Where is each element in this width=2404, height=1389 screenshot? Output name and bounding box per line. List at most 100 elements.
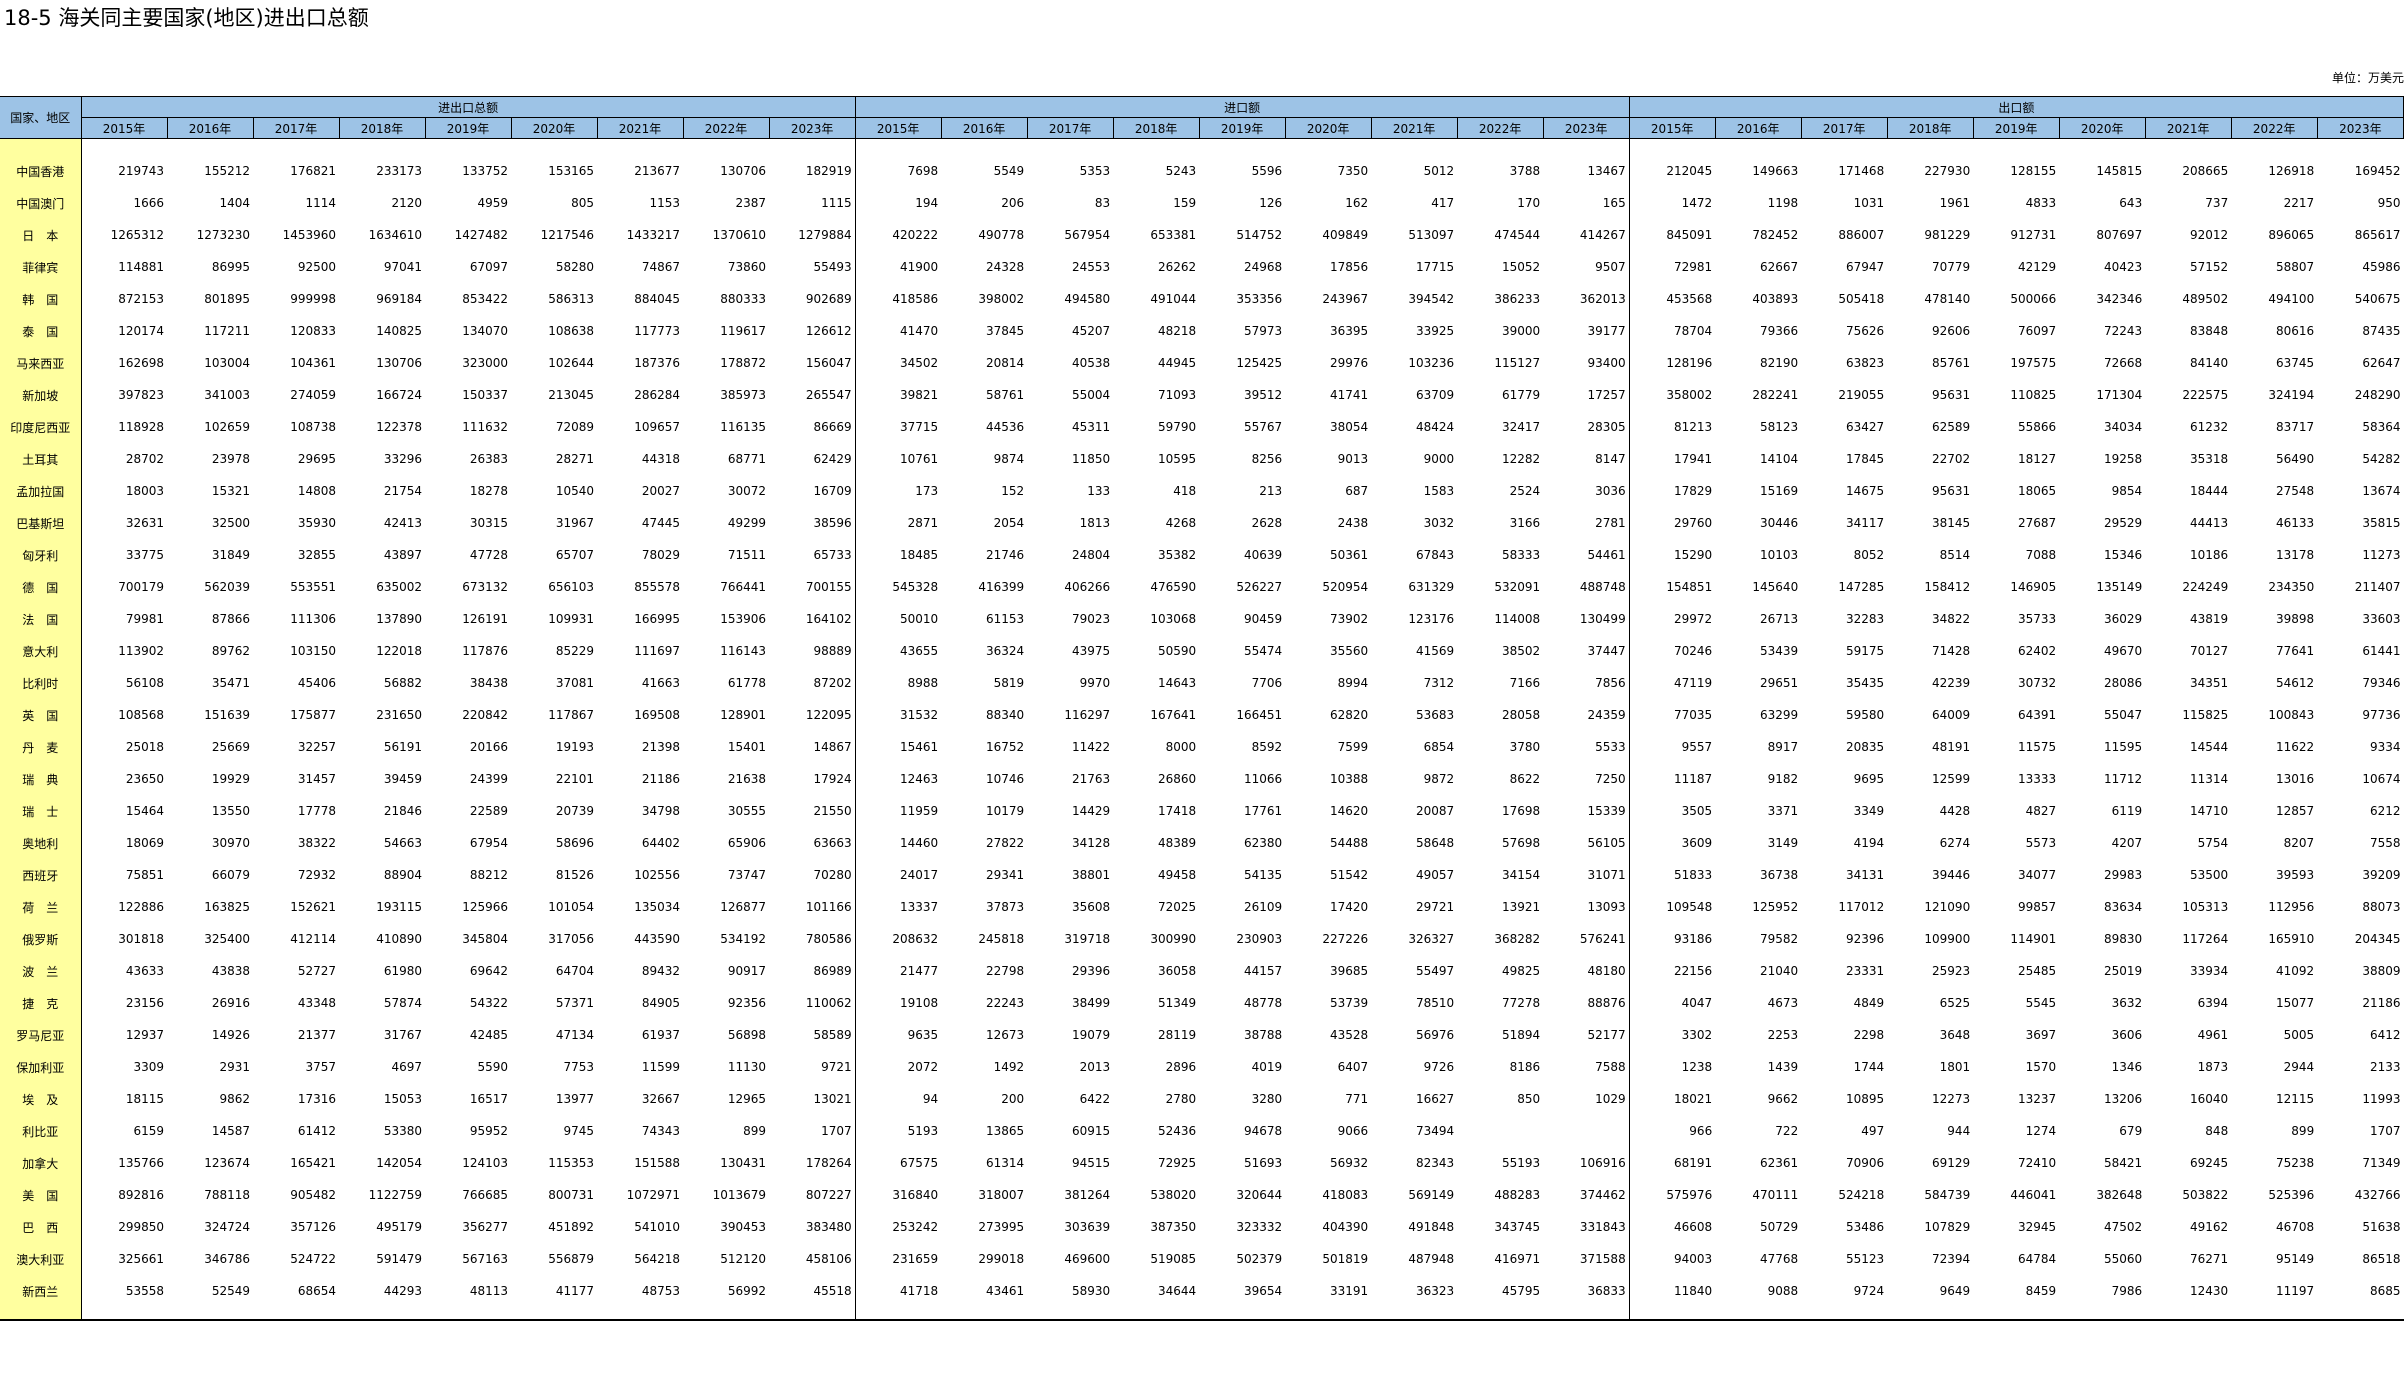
value-cell: 487948: [1408, 1252, 1455, 1266]
value-cell: 35608: [1071, 900, 1111, 914]
value-cell: 9721: [769, 1051, 856, 1083]
value-cell: 87202: [769, 667, 856, 699]
value-cell: 341003: [204, 388, 251, 402]
value-cell: 82190: [1760, 356, 1799, 370]
value-cell: 673132: [462, 580, 509, 594]
value-cell: 383480: [769, 1211, 856, 1243]
value-cell: 45986: [2362, 260, 2401, 274]
value-cell: 85761: [1932, 356, 1971, 370]
value-cell: 2944: [2283, 1060, 2315, 1074]
value-cell: 416399: [978, 580, 1025, 594]
value-cell: 41569: [1415, 644, 1455, 658]
value-cell: 11599: [641, 1060, 681, 1074]
value-cell: 70779: [1932, 260, 1971, 274]
country-name: 美 国: [0, 1179, 82, 1211]
value-cell: 2896: [1165, 1060, 1197, 1074]
value-cell: 58648: [1415, 836, 1455, 850]
value-cell: 227226: [1322, 932, 1369, 946]
value-cell: 1346: [2111, 1060, 2143, 1074]
value-cell: 1238: [1681, 1060, 1713, 1074]
country-name: 巴 西: [0, 1211, 82, 1243]
value-cell: 109931: [548, 612, 595, 626]
value-cell: 584739: [1924, 1188, 1971, 1202]
value-cell: 25018: [125, 740, 165, 754]
value-cell: 6412: [2369, 1028, 2401, 1042]
value-cell: 66079: [211, 868, 251, 882]
table-row: 新加坡 397823 341003 274059 166724 150337 213045 2…: [0, 379, 2404, 411]
value-cell: 87435: [2362, 324, 2401, 338]
value-cell: 899: [743, 1124, 767, 1138]
value-cell: 55193: [1501, 1156, 1541, 1170]
value-cell: 1801: [1939, 1060, 1971, 1074]
country-name: 法 国: [0, 603, 82, 635]
value-cell: 10595: [1157, 452, 1197, 466]
value-cell: 116297: [1064, 708, 1111, 722]
value-cell: 200: [1001, 1092, 1025, 1106]
value-cell: 631329: [1408, 580, 1455, 594]
value-cell: 586313: [548, 292, 595, 306]
value-cell: 6274: [1939, 836, 1971, 850]
year-header: 2015年: [854, 117, 942, 139]
value-cell: 47768: [1760, 1252, 1799, 1266]
value-cell: 13021: [769, 1083, 856, 1115]
value-cell: 77278: [1501, 996, 1541, 1010]
value-cell: 62647: [2362, 356, 2401, 370]
table-row: 印度尼西亚 118928 102659 108738 122378 111632 72089…: [0, 411, 2404, 443]
value-cell: 470111: [1752, 1188, 1799, 1202]
value-cell: 8459: [2025, 1284, 2057, 1298]
value-cell: 62361: [1760, 1156, 1799, 1170]
value-cell: 58333: [1501, 548, 1541, 562]
value-cell: 47502: [2104, 1220, 2143, 1234]
value-cell: 1707: [2369, 1124, 2401, 1138]
value-cell: 103150: [290, 644, 337, 658]
value-cell: 13337: [899, 900, 939, 914]
value-cell: 15339: [1543, 795, 1630, 827]
value-cell: 8622: [1509, 772, 1541, 786]
value-cell: 48191: [1932, 740, 1971, 754]
value-cell: 47728: [469, 548, 509, 562]
value-cell: 213677: [634, 164, 681, 178]
value-cell: 532091: [1494, 580, 1541, 594]
value-cell: 57698: [1501, 836, 1541, 850]
value-cell: 1122759: [368, 1188, 423, 1202]
value-cell: 83634: [2104, 900, 2143, 914]
value-cell: 635002: [376, 580, 423, 594]
country-name: 丹 麦: [0, 731, 82, 763]
value-cell: 491044: [1150, 292, 1197, 306]
value-cell: 126918: [2268, 164, 2315, 178]
value-cell: 72025: [1157, 900, 1197, 914]
value-cell: 41718: [899, 1284, 939, 1298]
value-cell: 17924: [769, 763, 856, 795]
value-cell: 94515: [1071, 1156, 1111, 1170]
value-cell: 899: [2291, 1124, 2315, 1138]
spacer-row: [0, 138, 2404, 155]
value-cell: 8256: [1251, 452, 1283, 466]
value-cell: 48753: [641, 1284, 681, 1298]
value-cell: 58696: [555, 836, 595, 850]
value-cell: 2298: [1853, 1028, 1885, 1042]
value-cell: 2217: [2283, 196, 2315, 210]
value-cell: 981229: [1924, 228, 1971, 242]
value-cell: 265547: [769, 379, 856, 411]
value-cell: 51894: [1501, 1028, 1541, 1042]
value-cell: 6119: [2111, 804, 2143, 818]
value-cell: 169508: [634, 708, 681, 722]
value-cell: 722: [1775, 1124, 1799, 1138]
value-cell: 173: [915, 484, 939, 498]
value-cell: 700155: [769, 571, 856, 603]
value-cell: 17715: [1415, 260, 1455, 274]
value-cell: 14643: [1157, 676, 1197, 690]
value-cell: 567954: [1064, 228, 1111, 242]
value-cell: 61778: [727, 676, 767, 690]
country-name: 新西兰: [0, 1275, 82, 1307]
value-cell: 15461: [899, 740, 939, 754]
value-cell: 1570: [2025, 1060, 2057, 1074]
value-cell: 169452: [2354, 164, 2401, 178]
value-cell: 23650: [125, 772, 165, 786]
value-cell: 41663: [641, 676, 681, 690]
value-cell: 62402: [2018, 644, 2057, 658]
value-cell: 21040: [1760, 964, 1799, 978]
value-cell: 36395: [1329, 324, 1369, 338]
value-cell: 417: [1431, 196, 1455, 210]
value-cell: 125966: [462, 900, 509, 914]
